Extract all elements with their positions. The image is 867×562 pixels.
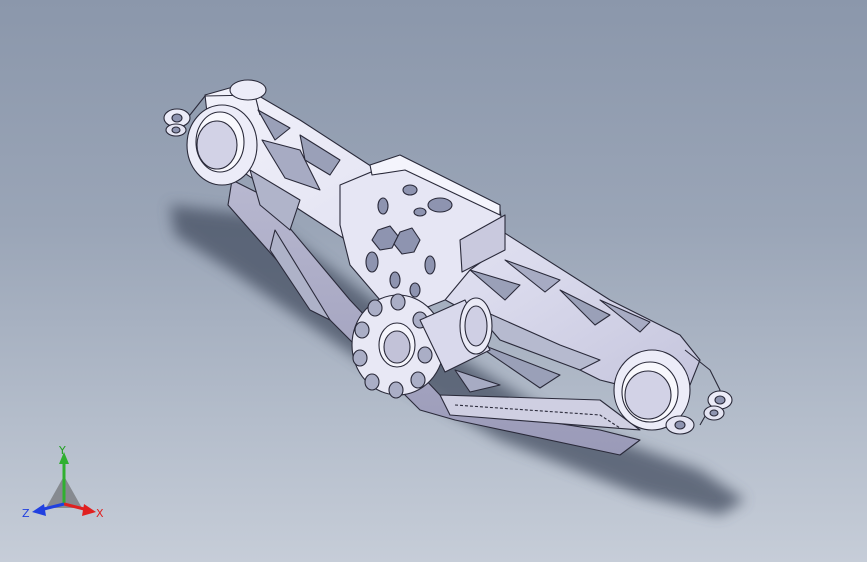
x-axis-label: X <box>96 507 104 520</box>
cad-model-view[interactable] <box>0 0 867 562</box>
z-axis-label: Z <box>22 507 30 520</box>
axis-triad: Y X Z <box>22 446 104 520</box>
3d-graphics-viewport[interactable]: Y X Z <box>0 0 867 562</box>
y-axis-label: Y <box>58 446 66 457</box>
